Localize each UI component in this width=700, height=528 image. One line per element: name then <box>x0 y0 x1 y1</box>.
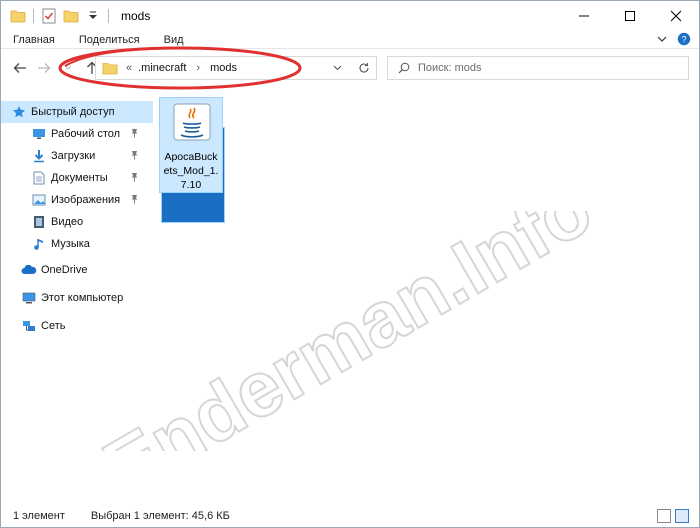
ribbon-right: ? <box>657 31 691 49</box>
nav-label: Сеть <box>41 320 66 332</box>
divider <box>108 9 109 23</box>
large-icons-view-button[interactable] <box>675 509 689 523</box>
video-icon <box>31 214 47 230</box>
star-icon <box>11 104 27 120</box>
pin-icon[interactable] <box>130 194 139 206</box>
search-icon <box>398 62 410 74</box>
minimize-button[interactable] <box>561 1 607 31</box>
svg-text:?: ? <box>681 34 686 44</box>
window-title: mods <box>121 9 151 23</box>
folder-icon <box>102 62 118 75</box>
nav-label: Музыка <box>51 238 90 250</box>
nav-item-downloads[interactable]: Загрузки <box>1 145 153 167</box>
view-switcher <box>657 509 689 523</box>
nav-item-network[interactable]: Сеть <box>1 315 153 337</box>
address-dropdown-icon[interactable] <box>333 65 342 71</box>
nav-item-this-pc[interactable]: Этот компьютер <box>1 287 153 309</box>
window-controls <box>561 1 699 31</box>
nav-label: Изображения <box>51 194 121 206</box>
navigation-row: « .minecraft › mods Поиск: mods <box>1 51 699 85</box>
nav-label: Быстрый доступ <box>31 106 115 118</box>
nav-item-documents[interactable]: Документы <box>1 167 153 189</box>
status-item-count: 1 элемент <box>13 510 65 522</box>
nav-item-quick-access[interactable]: Быстрый доступ <box>1 101 153 123</box>
computer-icon <box>21 290 37 306</box>
nav-item-onedrive[interactable]: OneDrive <box>1 259 153 281</box>
folder-icon <box>9 7 27 25</box>
expand-ribbon-icon[interactable] <box>657 34 667 46</box>
status-bar: 1 элемент Выбран 1 элемент: 45,6 КБ <box>1 505 699 527</box>
search-box[interactable]: Поиск: mods <box>387 56 689 80</box>
nav-label: Загрузки <box>51 150 96 162</box>
title-bar: mods <box>1 1 699 31</box>
breadcrumb-minecraft[interactable]: .minecraft <box>138 62 186 74</box>
network-icon <box>21 318 37 334</box>
explorer-window: mods Файл Главная Поделиться Вид ? <box>0 0 700 528</box>
pin-icon[interactable] <box>130 172 139 184</box>
tab-home[interactable]: Главная <box>1 31 67 49</box>
svg-text:Enderman.Info: Enderman.Info <box>89 211 606 451</box>
new-folder-icon[interactable] <box>62 7 80 25</box>
music-icon <box>31 236 47 252</box>
help-icon[interactable]: ? <box>677 32 691 49</box>
navigation-pane: Быстрый доступ Рабочий стол Загрузки Док… <box>1 97 153 507</box>
nav-label: OneDrive <box>41 264 88 276</box>
pictures-icon <box>31 192 47 208</box>
search-input[interactable]: Поиск: mods <box>418 62 482 74</box>
tab-share[interactable]: Поделиться <box>67 31 152 49</box>
nav-item-desktop[interactable]: Рабочий стол <box>1 123 153 145</box>
file-name: ApocaBuck ets_Mod_1. 7.10 <box>163 151 219 191</box>
breadcrumb-separator[interactable]: › <box>196 62 200 74</box>
ribbon-tabs: Файл Главная Поделиться Вид ? <box>1 31 699 223</box>
desktop-icon <box>31 126 47 142</box>
tab-view[interactable]: Вид <box>152 31 196 49</box>
downloads-icon <box>31 148 47 164</box>
nav-item-pictures[interactable]: Изображения <box>1 189 153 211</box>
breadcrumb-mods[interactable]: mods <box>210 62 237 74</box>
close-button[interactable] <box>653 1 699 31</box>
status-selection: Выбран 1 элемент: 45,6 КБ <box>90 510 230 522</box>
maximize-button[interactable] <box>607 1 653 31</box>
nav-item-music[interactable]: Музыка <box>1 233 153 255</box>
pin-icon[interactable] <box>130 150 139 162</box>
pin-icon[interactable] <box>130 128 139 140</box>
overflow-chevron[interactable]: « <box>126 62 132 74</box>
file-item[interactable]: ApocaBuck ets_Mod_1. 7.10 <box>159 97 223 193</box>
nav-label: Видео <box>51 216 84 228</box>
divider <box>33 9 34 23</box>
refresh-button[interactable] <box>351 56 377 80</box>
address-bar[interactable]: « .minecraft › mods <box>95 56 377 80</box>
recent-locations-button[interactable] <box>57 57 79 79</box>
properties-icon[interactable] <box>40 7 58 25</box>
onedrive-icon <box>21 262 37 278</box>
nav-label: Этот компьютер <box>41 292 124 304</box>
details-view-button[interactable] <box>657 509 671 523</box>
nav-label: Документы <box>51 172 108 184</box>
customize-toolbar-icon[interactable] <box>84 7 102 25</box>
java-icon <box>172 102 212 142</box>
back-button[interactable] <box>9 57 31 79</box>
forward-button[interactable] <box>33 57 55 79</box>
nav-item-video[interactable]: Видео <box>1 211 153 233</box>
quick-access-toolbar <box>1 1 115 31</box>
nav-label: Рабочий стол <box>51 128 121 140</box>
documents-icon <box>31 170 47 186</box>
